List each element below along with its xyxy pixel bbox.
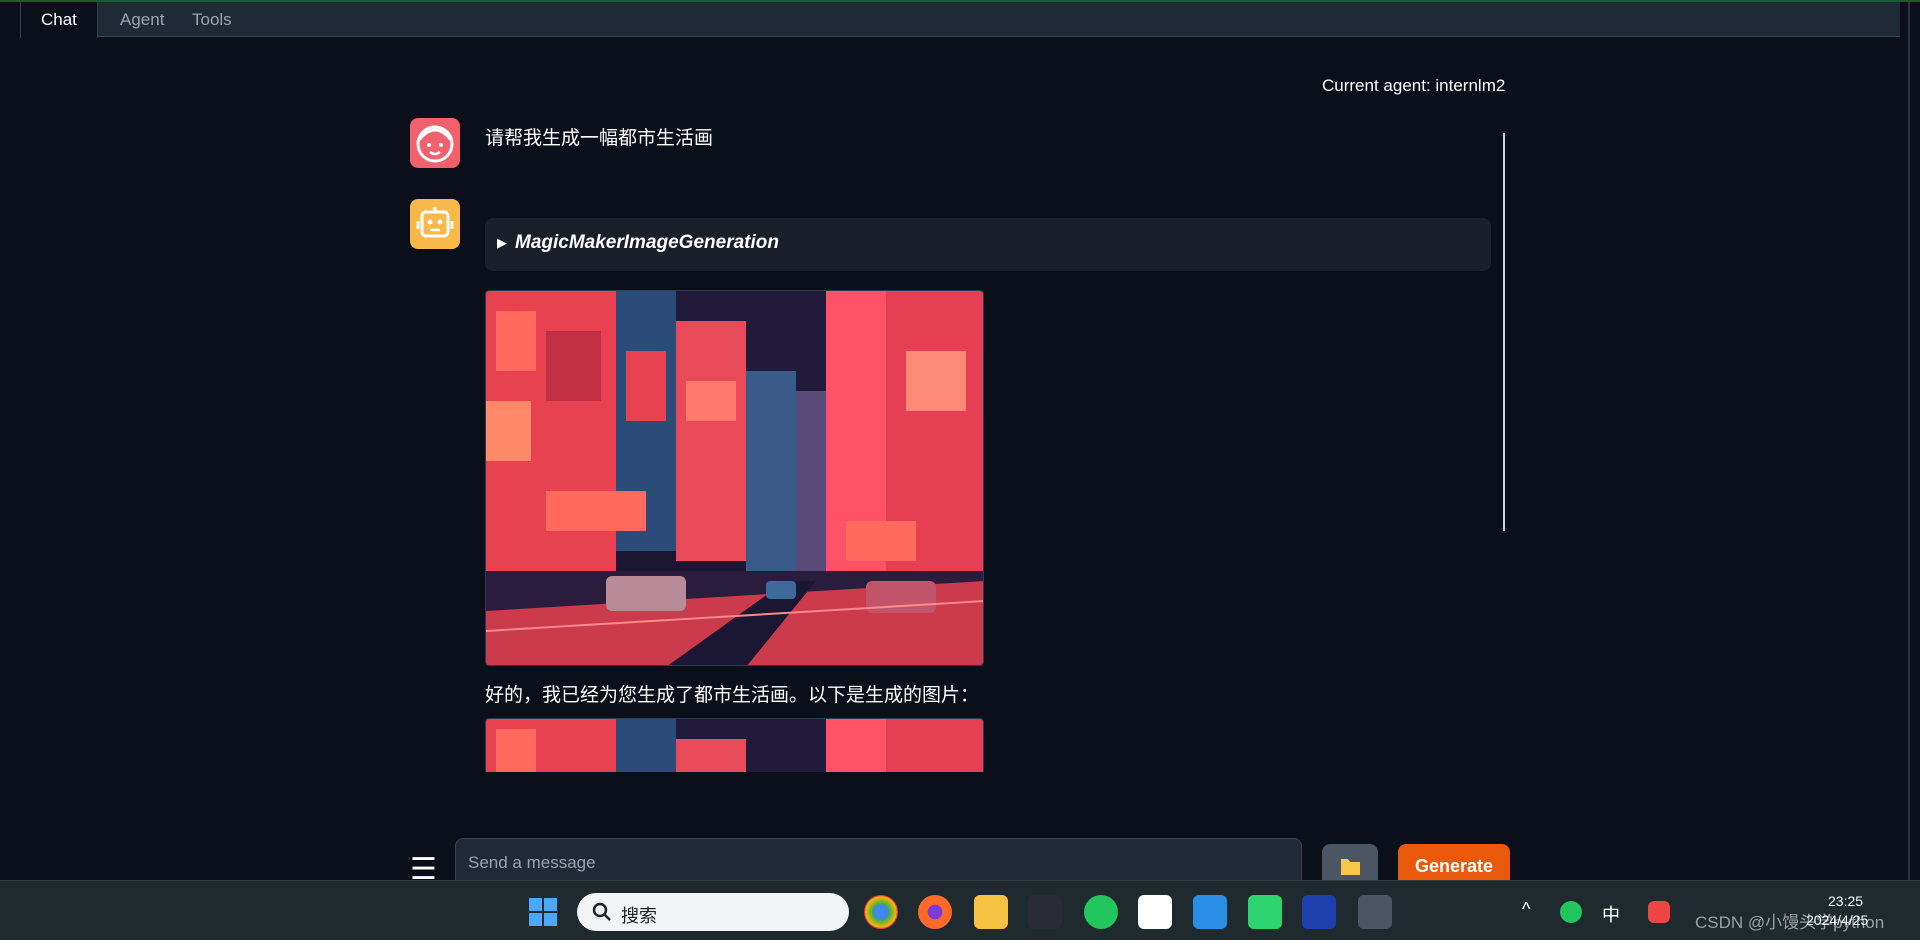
sogou-icon[interactable]	[1648, 901, 1670, 923]
robot-icon	[416, 207, 454, 238]
tool-name: MagicMakerImageGeneration	[515, 232, 779, 253]
page-scrollbar[interactable]	[1908, 2, 1910, 882]
tray-expand-icon[interactable]: ^	[1522, 899, 1530, 920]
clock-time[interactable]: 23:25	[1828, 893, 1863, 909]
user-avatar	[410, 118, 460, 168]
typora-icon[interactable]	[1138, 895, 1172, 929]
tray-wechat-icon[interactable]	[1560, 901, 1582, 923]
city-illustration-crop	[486, 719, 983, 772]
wechat-icon[interactable]	[1084, 895, 1118, 929]
tab-bar: Chat Agent Tools	[20, 2, 1900, 38]
tab-chat[interactable]: Chat	[20, 2, 98, 38]
windows-taskbar: 搜索 ^ 中 23:25 2024/4/25	[0, 880, 1920, 940]
ime-indicator[interactable]: 中	[1602, 901, 1620, 927]
city-illustration	[486, 291, 983, 665]
firefox-icon[interactable]	[918, 895, 952, 929]
generated-city-image-2[interactable]	[485, 718, 984, 772]
search-icon	[592, 902, 611, 921]
chat-scroll-indicator	[1503, 133, 1505, 531]
file-explorer-icon[interactable]	[974, 895, 1008, 929]
bot-avatar	[410, 199, 460, 249]
user-face-icon	[416, 125, 454, 163]
tool-call-details[interactable]: ▶ MagicMakerImageGeneration	[485, 218, 1491, 271]
zy-app-icon[interactable]	[1302, 895, 1336, 929]
bot-reply-text: 好的，我已经为您生成了都市生活画。以下是生成的图片：	[485, 685, 980, 706]
media-app-icon[interactable]	[1028, 895, 1062, 929]
pycharm-icon[interactable]	[1248, 895, 1282, 929]
current-agent-label: Current agent: internlm2	[1322, 76, 1506, 95]
csdn-watermark: CSDN @小馒头学python	[1695, 913, 1885, 932]
disclosure-triangle-icon: ▶	[497, 235, 507, 250]
vscode-icon[interactable]	[1193, 895, 1227, 929]
generated-city-image[interactable]	[485, 290, 984, 666]
chrome-icon[interactable]	[864, 895, 898, 929]
user-message-text: 请帮我生成一幅都市生活画	[485, 128, 714, 149]
taskbar-search[interactable]: 搜索	[577, 893, 849, 931]
windows-start-icon[interactable]	[526, 895, 560, 929]
terminal-icon[interactable]	[1358, 895, 1392, 929]
tab-tools[interactable]: Tools	[172, 2, 252, 37]
